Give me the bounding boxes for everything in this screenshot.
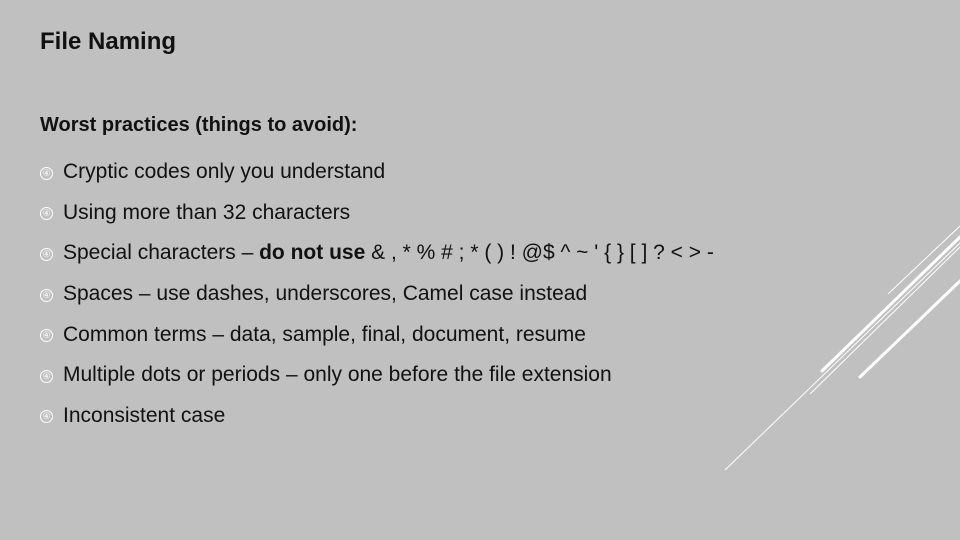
decor-line-thin-top <box>887 225 960 295</box>
decor-line-thin-long <box>724 242 960 471</box>
decorative-diagonal-lines <box>724 225 960 471</box>
decor-line-thin-middle <box>809 246 960 395</box>
slide: File Naming Worst practices (things to a… <box>0 0 960 540</box>
decor-line-thick-upper <box>820 235 960 373</box>
